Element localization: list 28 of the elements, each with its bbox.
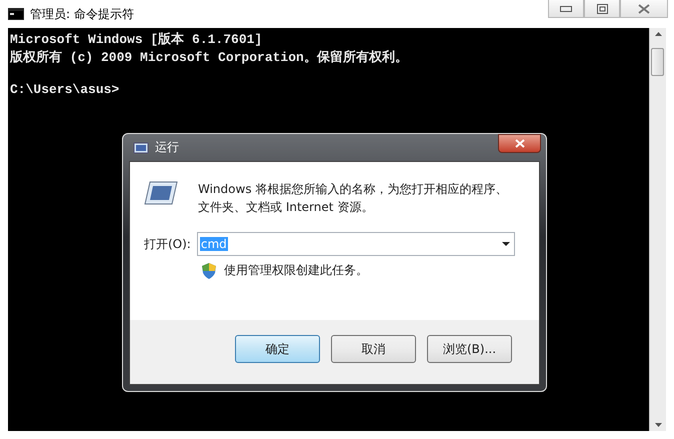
minimize-button[interactable] (548, 0, 584, 18)
console-icon (8, 8, 24, 20)
shield-icon (202, 262, 216, 278)
open-label: 打开(O): (144, 236, 191, 252)
dialog-button[interactable]: 确定 (235, 335, 320, 363)
run-icon (133, 142, 149, 154)
console-prompt: C:\Users\asus> (10, 81, 120, 99)
minimize-icon (560, 6, 572, 12)
close-button[interactable] (620, 0, 668, 18)
dialog-button[interactable]: 取消 (331, 335, 416, 363)
dropdown-caret-icon[interactable] (502, 242, 510, 246)
scroll-thumb[interactable] (651, 48, 664, 76)
scroll-down-icon[interactable] (654, 423, 662, 427)
console-line: Microsoft Windows [版本 6.1.7601] (10, 31, 264, 49)
scroll-up-icon[interactable] (654, 32, 662, 36)
dialog-title: 运行 (155, 139, 179, 156)
dialog-close-button[interactable] (498, 134, 541, 153)
close-icon (638, 4, 650, 14)
dialog-button[interactable]: 浏览(B)... (427, 335, 512, 363)
maximize-icon (596, 4, 608, 14)
run-icon (144, 180, 178, 206)
vertical-scrollbar[interactable] (649, 28, 666, 431)
admin-note: 使用管理权限创建此任务。 (224, 262, 368, 279)
window-title: 管理员: 命令提示符 (30, 6, 134, 22)
maximize-button[interactable] (584, 0, 620, 18)
close-icon (514, 139, 524, 148)
dialog-description: Windows 将根据您所输入的名称，为您打开相应的程序、 文件夹、文档或 Internet 资源。 (198, 181, 508, 216)
console-line: 版权所有 (c) 2009 Microsoft Corporation。保留所有权利。 (10, 49, 409, 67)
